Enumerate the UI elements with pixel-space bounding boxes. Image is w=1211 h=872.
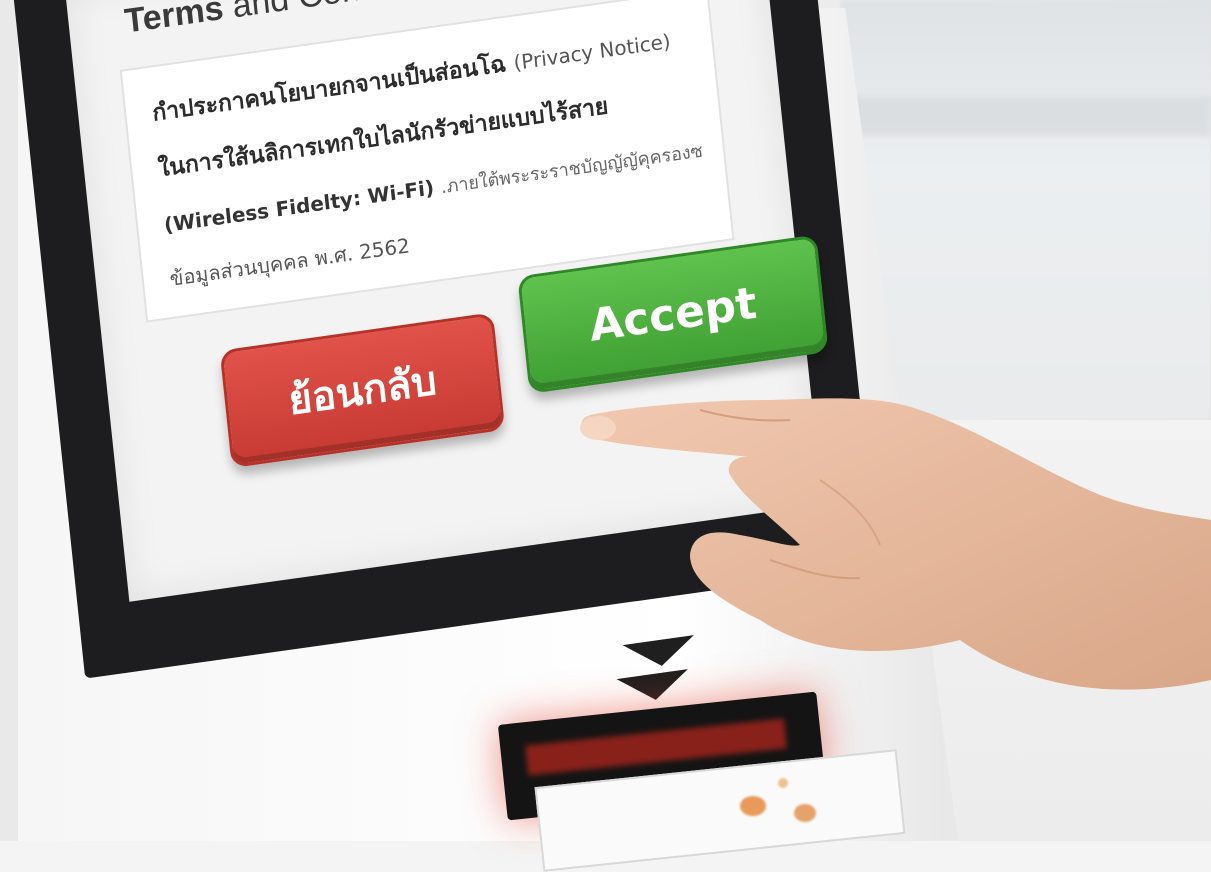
- title-rest: and Conditions: [231, 0, 460, 25]
- back-button[interactable]: ย้อนกลับ: [219, 312, 506, 469]
- indicator-light: [778, 778, 788, 788]
- title-strong: Terms: [122, 0, 226, 41]
- notice-line-3-main: (Wireless Fidelty: Wi-Fi): [162, 175, 436, 238]
- screen-group: Terms and Conditions กำประกาคนโยบายกจานเ…: [12, 0, 929, 698]
- indicator-light: [794, 804, 816, 822]
- notice-line-1-soft: (Privacy Notice): [512, 28, 672, 75]
- kiosk: Terms and Conditions กำประกาคนโยบายกจานเ…: [12, 0, 958, 872]
- notice-line-3-soft: .ภายใต้พระระราชบัญญัญัคุครองซ: [439, 140, 704, 199]
- touch-screen: Terms and Conditions กำประกาคนโยบายกจานเ…: [65, 0, 829, 602]
- indicator-light: [740, 796, 766, 816]
- notice-line-4: ข้อมูลส่วนบุคคล พ.ศ. 2562: [168, 233, 411, 291]
